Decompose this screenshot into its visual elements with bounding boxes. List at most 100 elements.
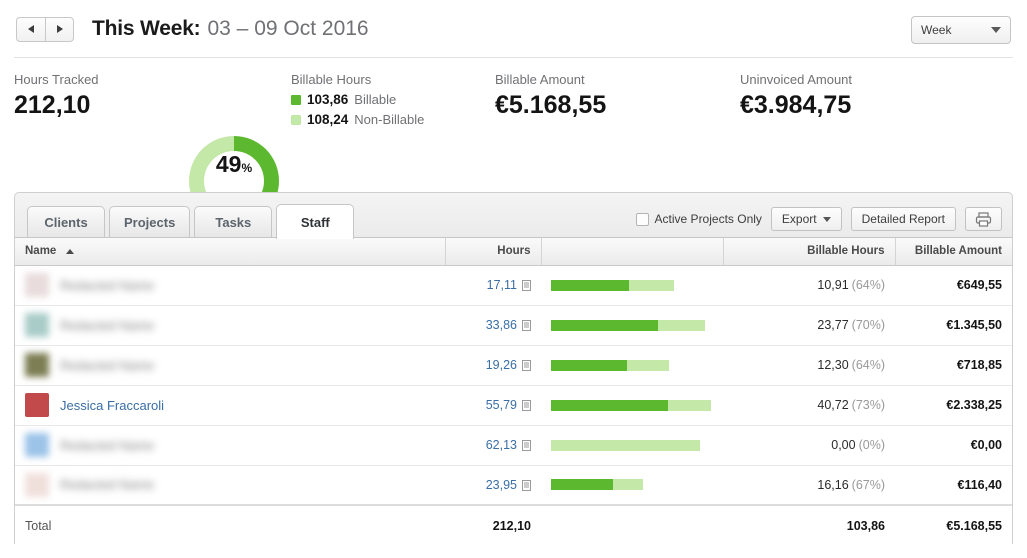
cell-hours: 23,95 xyxy=(445,465,541,506)
bar-segment-non-billable xyxy=(627,359,670,371)
stat-uninvoiced-amount-label: Uninvoiced Amount xyxy=(740,72,853,87)
staff-name-link[interactable]: Redacted Name xyxy=(60,278,154,293)
printer-icon xyxy=(975,211,992,227)
bar-segment-billable xyxy=(551,359,628,371)
utilization-bar xyxy=(551,279,713,291)
cell-billable-hours: 23,77 (70%) xyxy=(723,305,895,346)
table-row[interactable]: Redacted Name 23,95 16,16 (67%) €116,40 xyxy=(15,465,1012,506)
staff-name-link[interactable]: Jessica Fraccaroli xyxy=(60,398,164,413)
timesheet-icon xyxy=(522,440,531,451)
table-row[interactable]: Redacted Name 33,86 23,77 (70%) €1.345,50 xyxy=(15,305,1012,346)
detailed-report-button[interactable]: Detailed Report xyxy=(850,207,956,231)
hours-link[interactable]: 33,86 xyxy=(486,318,517,332)
period-select[interactable]: Week xyxy=(911,16,1011,44)
cell-hours: 62,13 xyxy=(445,425,541,466)
cell-utilization-bar xyxy=(541,345,723,386)
stat-billable-amount-value: €5.168,55 xyxy=(495,91,607,119)
legend-non-billable-value: 108,24 xyxy=(307,112,349,127)
detailed-report-button-label: Detailed Report xyxy=(861,212,945,226)
tab-label: Tasks xyxy=(215,215,252,230)
staff-identity: Redacted Name xyxy=(25,273,435,297)
active-projects-only-label: Active Projects Only xyxy=(654,212,762,226)
bar-segment-billable xyxy=(551,279,629,291)
tab-staff[interactable]: Staff xyxy=(276,204,355,239)
bar-segment-billable xyxy=(551,399,668,411)
avatar xyxy=(25,313,49,337)
table-row[interactable]: Redacted Name 62,13 0,00 (0%) €0,00 xyxy=(15,425,1012,466)
cell-utilization-bar xyxy=(541,265,723,306)
column-header-billable-amount[interactable]: Billable Amount xyxy=(894,238,1012,266)
staff-table-body: Redacted Name 17,11 10,91 (64%) €649,55 Redac… xyxy=(15,265,1012,506)
stat-billable-amount: Billable Amount €5.168,55 xyxy=(495,72,606,120)
billable-percent: (70%) xyxy=(851,318,885,332)
legend-billable: 103,86 Billable xyxy=(291,92,424,107)
bar-segment-non-billable xyxy=(667,399,712,411)
page-title-date-range: 03 – 09 Oct 2016 xyxy=(207,17,369,40)
cell-billable-hours: 16,16 (67%) xyxy=(723,465,895,506)
cell-billable-hours: 12,30 (64%) xyxy=(723,345,895,386)
next-week-button[interactable] xyxy=(45,16,74,42)
staff-name-link[interactable]: Redacted Name xyxy=(60,438,154,453)
staff-name-link[interactable]: Redacted Name xyxy=(60,477,154,492)
column-header-name[interactable]: Name xyxy=(15,238,446,266)
hours-link[interactable]: 55,79 xyxy=(486,398,517,412)
stat-billable-amount-label: Billable Amount xyxy=(495,72,585,87)
timesheet-icon xyxy=(522,360,531,371)
hours-link[interactable]: 17,11 xyxy=(487,278,517,292)
total-label: Total xyxy=(15,504,445,545)
active-projects-only-toggle[interactable]: Active Projects Only xyxy=(635,212,762,226)
cell-billable-amount: €116,40 xyxy=(895,465,1012,506)
hours-link[interactable]: 62,13 xyxy=(486,438,517,452)
staff-identity: Redacted Name xyxy=(25,433,435,457)
tab-label: Staff xyxy=(300,214,330,230)
legend-billable-value: 103,86 xyxy=(307,92,349,107)
billable-hours-value: 23,77 xyxy=(817,318,849,332)
table-row[interactable]: Jessica Fraccaroli 55,79 40,72 (73%) €2.338,… xyxy=(15,385,1012,426)
hours-link[interactable]: 23,95 xyxy=(486,478,517,492)
avatar xyxy=(25,433,49,457)
cell-utilization-bar xyxy=(541,425,723,466)
legend-non-billable-swatch xyxy=(291,114,301,125)
active-projects-only-checkbox[interactable] xyxy=(635,212,649,226)
tab-tasks[interactable]: Tasks xyxy=(194,206,273,238)
bar-segment-billable xyxy=(551,319,658,331)
column-header-billable-hours[interactable]: Billable Hours xyxy=(723,238,895,266)
previous-week-button[interactable] xyxy=(16,16,45,42)
report-toolbar: Active Projects Only Export Detailed Rep… xyxy=(635,207,1002,231)
bar-segment-non-billable xyxy=(612,479,644,491)
report-panel: Clients Projects Tasks Staff Active Project… xyxy=(14,192,1013,545)
table-row[interactable]: Redacted Name 17,11 10,91 (64%) €649,55 xyxy=(15,265,1012,306)
staff-table-foot: Total 212,10 103,86 €5.168,55 xyxy=(15,504,1012,545)
page-title-main: This Week: xyxy=(92,17,201,40)
table-header-row: Name Hours Billable Hours Billable Amoun… xyxy=(15,238,1012,266)
legend-non-billable: 108,24 Non-Billable xyxy=(291,112,424,127)
bar-segment-non-billable xyxy=(657,319,705,331)
tab-projects[interactable]: Projects xyxy=(109,206,191,238)
page-title: This Week: 03 – 09 Oct 2016 xyxy=(92,17,369,41)
cell-billable-hours: 10,91 (64%) xyxy=(723,265,895,306)
triangle-right-icon xyxy=(56,25,63,33)
stat-billable-hours: Billable Hours 103,86 Billable 108,24 No… xyxy=(291,72,424,127)
print-button[interactable] xyxy=(965,207,1002,231)
stat-hours-tracked: Hours Tracked 212,10 xyxy=(14,72,99,120)
cell-billable-hours: 40,72 (73%) xyxy=(723,385,895,426)
hours-link[interactable]: 19,26 xyxy=(486,358,517,372)
billable-percent: (0%) xyxy=(858,438,885,452)
table-row[interactable]: Redacted Name 19,26 12,30 (64%) €718,85 xyxy=(15,345,1012,386)
billable-percent: (64%) xyxy=(851,278,885,292)
staff-name-link[interactable]: Redacted Name xyxy=(60,358,154,373)
cell-name: Redacted Name xyxy=(15,465,445,506)
legend-billable-swatch xyxy=(291,94,301,105)
utilization-bar xyxy=(551,399,713,411)
tab-clients[interactable]: Clients xyxy=(27,206,105,238)
staff-name-link[interactable]: Redacted Name xyxy=(60,318,154,333)
utilization-bar xyxy=(551,479,713,491)
billable-hours-value: 10,91 xyxy=(817,278,849,292)
utilization-bar xyxy=(551,439,713,451)
stat-hours-tracked-value: 212,10 xyxy=(14,91,91,119)
export-button[interactable]: Export xyxy=(770,207,842,231)
utilization-bar xyxy=(551,359,713,371)
cell-utilization-bar xyxy=(541,465,723,506)
billable-hours-value: 16,16 xyxy=(817,477,849,492)
column-header-hours[interactable]: Hours xyxy=(445,238,541,266)
